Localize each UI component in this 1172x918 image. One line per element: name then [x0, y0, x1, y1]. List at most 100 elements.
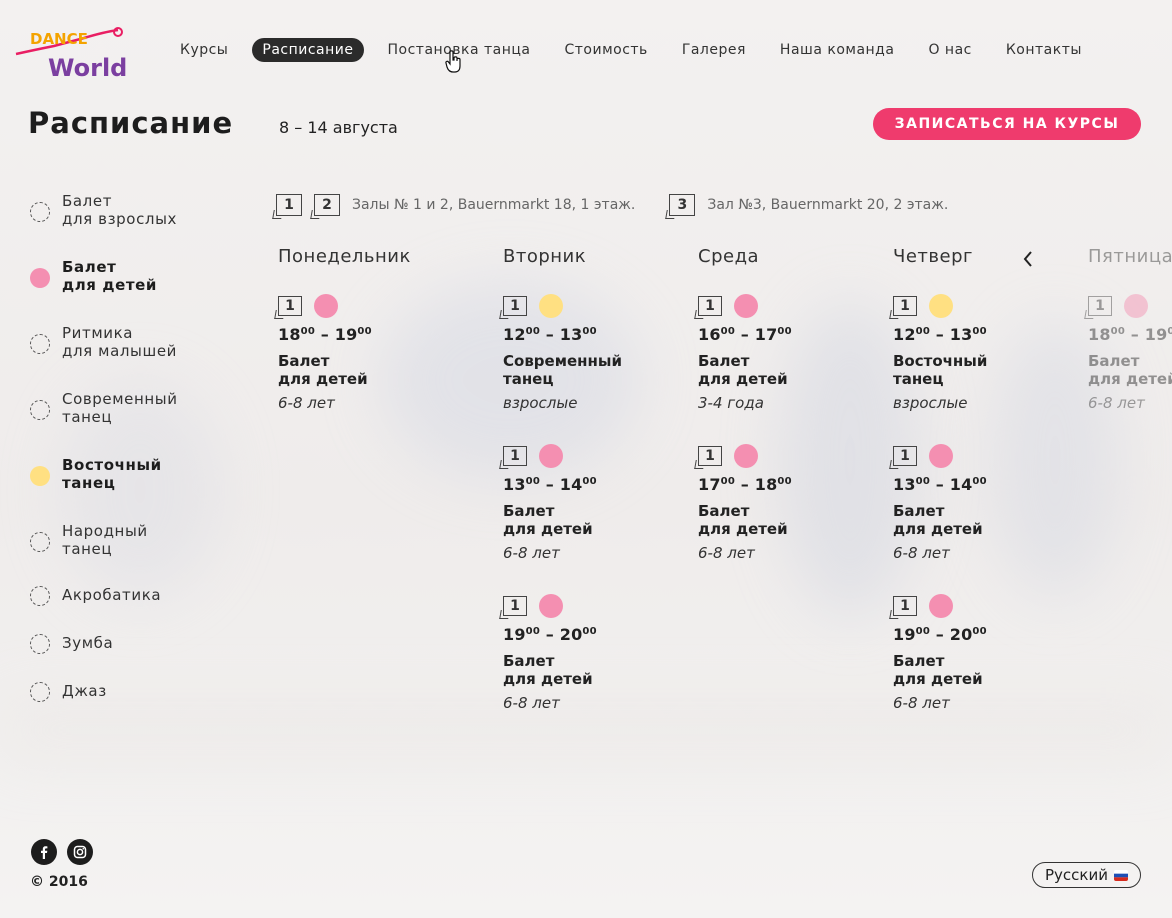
lesson-name: Балет для детей [893, 502, 983, 538]
chevron-left-icon[interactable] [1022, 250, 1034, 268]
lesson-time: 1900 – 2000 [893, 625, 987, 644]
course-color-dot [539, 594, 563, 618]
lesson-card[interactable]: 1 1200 – 1300 Восточный танец взрослые [893, 293, 1073, 443]
lesson-time: 1800 – 1900 [1088, 325, 1172, 344]
nav-item[interactable]: О нас [918, 38, 981, 62]
logo-text-bottom: World [48, 54, 126, 82]
course-filter-item[interactable]: Восточный танец [30, 456, 230, 492]
course-filter-item[interactable]: Зумба [30, 634, 230, 654]
course-filter-item[interactable]: Современный танец [30, 390, 230, 426]
lesson-card[interactable]: 1 1900 – 2000 Балет для детей 6-8 лет [893, 593, 1073, 743]
course-filter-item[interactable]: Народный танец [30, 522, 230, 558]
lesson-card[interactable]: 1 1900 – 2000 Балет для детей 6-8 лет [503, 593, 683, 743]
course-empty-dot [30, 334, 50, 354]
day-column: Понедельник 1 1800 – 1900 Балет для детей 6-… [278, 246, 458, 443]
lesson-time: 1700 – 1800 [698, 475, 792, 494]
course-filter-item[interactable]: Акробатика [30, 586, 230, 606]
hall-icon: 1 [503, 596, 527, 616]
language-selector[interactable]: Русский [1032, 862, 1141, 888]
nav-item[interactable]: Расписание [252, 38, 364, 62]
nav-item[interactable]: Контакты [996, 38, 1092, 62]
course-color-dot [929, 444, 953, 468]
hall-group2-text: Зал №3, Bauernmarkt 20, 2 этаж. [707, 197, 949, 213]
lesson-name: Балет для детей [503, 652, 593, 688]
lesson-time: 1800 – 1900 [278, 325, 372, 344]
lesson-time: 1300 – 1400 [893, 475, 987, 494]
day-name: Пятница [1088, 246, 1172, 267]
lesson-name: Балет для детей [698, 502, 788, 538]
course-color-dot [1124, 294, 1148, 318]
day-name: Четверг [893, 246, 973, 267]
lesson-name: Современный танец [503, 352, 622, 388]
day-name: Среда [698, 246, 760, 267]
course-color-dot [539, 294, 563, 318]
lesson-card[interactable]: 1 1800 – 1900 Балет для детей 6-8 лет [278, 293, 458, 443]
page-title: Расписание [28, 106, 234, 140]
facebook-icon[interactable] [31, 839, 57, 865]
day-column: Среда 1 1600 – 1700 Балет для детей 3-4 года… [698, 246, 878, 593]
hall-icon: 1 [893, 596, 917, 616]
hall-icon: 1 [893, 446, 917, 466]
lesson-name: Балет для детей [1088, 352, 1172, 388]
lesson-name: Восточный танец [893, 352, 988, 388]
nav-item[interactable]: Курсы [170, 38, 238, 62]
nav-item[interactable]: Наша команда [770, 38, 905, 62]
course-filter-item[interactable]: Ритмика для малышей [30, 324, 230, 360]
course-color-dot [314, 294, 338, 318]
lesson-time: 1200 – 1300 [893, 325, 987, 344]
copyright: © 2016 [30, 874, 88, 890]
day-column: Пятница 1 1800 – 1900 Балет для детей 6-8 ле… [1088, 246, 1172, 443]
russia-flag-icon [1114, 870, 1128, 881]
lesson-card[interactable]: 1 1300 – 1400 Балет для детей 6-8 лет [503, 443, 683, 593]
date-range: 8 – 14 августа [279, 118, 398, 137]
course-filter-item[interactable]: Джаз [30, 682, 230, 702]
course-color-dot [734, 294, 758, 318]
instagram-icon[interactable] [67, 839, 93, 865]
lesson-age: 6-8 лет [698, 544, 755, 562]
nav-item[interactable]: Стоимость [554, 38, 657, 62]
lesson-name: Балет для детей [893, 652, 983, 688]
hall-icon: 1 [278, 296, 302, 316]
course-filter-label: Джаз [62, 682, 107, 700]
lesson-card[interactable]: 1 1600 – 1700 Балет для детей 3-4 года [698, 293, 878, 443]
logo-text-top: DANCE [30, 30, 88, 48]
language-label: Русский [1045, 866, 1108, 884]
lesson-card[interactable]: 1 1800 – 1900 Балет для детей 6-8 лет [1088, 293, 1172, 443]
day-name: Понедельник [278, 246, 411, 267]
dance-world-logo[interactable]: DANCE World [14, 24, 126, 84]
hall-icon: 1 [503, 296, 527, 316]
hall-icon: 1 [893, 296, 917, 316]
course-color-dot [30, 268, 50, 288]
enroll-button[interactable]: ЗАПИСАТЬСЯ НА КУРСЫ [873, 108, 1141, 140]
lesson-card[interactable]: 1 1200 – 1300 Современный танец взрослые [503, 293, 683, 443]
lesson-card[interactable]: 1 1300 – 1400 Балет для детей 6-8 лет [893, 443, 1073, 593]
course-filter-label: Балет для детей [62, 258, 158, 294]
hall-3-icon: 3 [669, 194, 696, 216]
hall-2-icon: 2 [314, 194, 340, 216]
course-filter-label: Акробатика [62, 586, 162, 604]
course-empty-dot [30, 532, 50, 552]
course-filter-item[interactable]: Балет для детей [30, 258, 230, 294]
lesson-age: 6-8 лет [893, 694, 950, 712]
lesson-age: 3-4 года [698, 394, 764, 412]
hall-icon: 1 [698, 296, 722, 316]
course-empty-dot [30, 634, 50, 654]
lesson-time: 1600 – 1700 [698, 325, 792, 344]
course-color-dot [929, 294, 953, 318]
lesson-name: Балет для детей [503, 502, 593, 538]
course-empty-dot [30, 400, 50, 420]
lesson-age: взрослые [893, 394, 968, 412]
course-empty-dot [30, 202, 50, 222]
lesson-age: 6-8 лет [278, 394, 335, 412]
hall-legend: 1 2 Залы № 1 и 2, Bauernmarkt 18, 1 этаж… [276, 194, 948, 216]
lesson-card[interactable]: 1 1700 – 1800 Балет для детей 6-8 лет [698, 443, 878, 593]
nav-item[interactable]: Галерея [672, 38, 756, 62]
day-column: Четверг 1 1200 – 1300 Восточный танец взросл… [893, 246, 1073, 743]
course-empty-dot [30, 682, 50, 702]
lesson-time: 1900 – 2000 [503, 625, 597, 644]
course-filter-item[interactable]: Балет для взрослых [30, 192, 230, 228]
hall-icon: 1 [1088, 296, 1112, 316]
lesson-time: 1300 – 1400 [503, 475, 597, 494]
course-color-dot [30, 466, 50, 486]
day-column: Вторник 1 1200 – 1300 Современный танец взро… [503, 246, 683, 743]
